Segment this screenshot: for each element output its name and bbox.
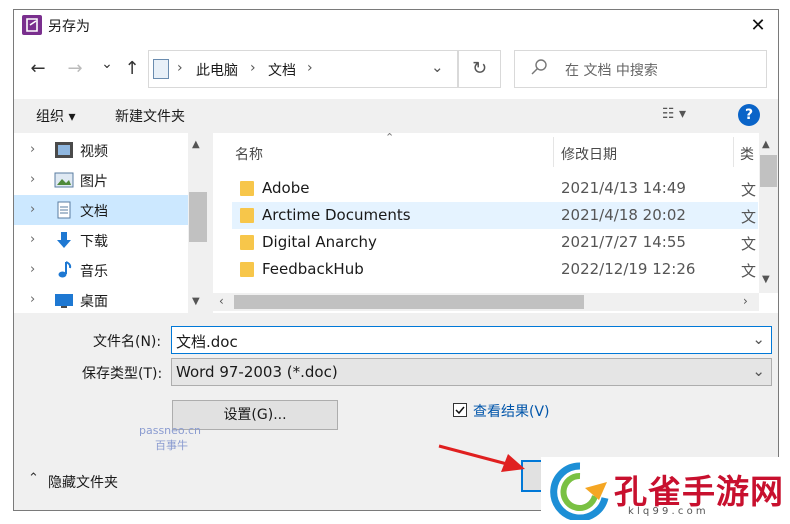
forward-button[interactable]: → bbox=[64, 58, 86, 79]
file-row[interactable]: Adobe 2021/4/13 14:49 文 bbox=[232, 175, 758, 202]
chevron-right-icon[interactable]: › bbox=[30, 142, 35, 157]
chevron-right-icon[interactable]: › bbox=[30, 262, 35, 277]
sidebar-item-videos[interactable]: › 视频 bbox=[14, 135, 188, 165]
file-type: 文 bbox=[741, 208, 757, 226]
file-type: 文 bbox=[741, 181, 757, 199]
folder-icon bbox=[240, 208, 254, 223]
file-row[interactable]: FeedbackHub 2022/12/19 12:26 文 bbox=[232, 256, 758, 283]
breadcrumb-separator: › bbox=[250, 60, 256, 76]
scroll-up-icon[interactable]: ▲ bbox=[762, 139, 770, 150]
sidebar-item-label: 下载 bbox=[80, 234, 108, 250]
sidebar-item-label: 桌面 bbox=[80, 294, 108, 310]
chevron-right-icon[interactable]: › bbox=[30, 232, 35, 247]
chevron-right-icon[interactable]: › bbox=[30, 172, 35, 187]
breadcrumb-this-pc[interactable]: 此电脑 bbox=[196, 60, 238, 80]
back-button[interactable]: ← bbox=[27, 58, 49, 79]
desktop-icon bbox=[54, 291, 74, 309]
refresh-button[interactable]: ↻ bbox=[459, 50, 501, 88]
chevron-right-icon[interactable]: › bbox=[30, 202, 35, 217]
breadcrumb-separator: › bbox=[177, 60, 183, 76]
title-bar bbox=[14, 10, 778, 43]
scroll-up-icon[interactable]: ▲ bbox=[192, 139, 200, 150]
sidebar-item-label: 图片 bbox=[80, 174, 108, 190]
brand-logo bbox=[549, 462, 611, 524]
column-header-name[interactable]: 名称 bbox=[235, 144, 263, 164]
address-dropdown-icon[interactable]: ⌄ bbox=[431, 58, 444, 76]
help-button[interactable]: ? bbox=[738, 104, 760, 126]
watermark-text: 百事牛 bbox=[155, 439, 188, 452]
download-icon bbox=[54, 231, 74, 249]
music-icon bbox=[54, 261, 74, 279]
folder-icon bbox=[240, 181, 254, 196]
breadcrumb-separator: › bbox=[307, 60, 313, 76]
file-row[interactable]: Arctime Documents 2021/4/18 20:02 文 bbox=[232, 202, 758, 229]
filetype-select[interactable]: Word 97-2003 (*.doc) ⌄ bbox=[171, 358, 772, 386]
address-bar[interactable] bbox=[148, 50, 458, 88]
sidebar-item-music[interactable]: › 音乐 bbox=[14, 255, 188, 285]
window-title: 另存为 bbox=[48, 19, 90, 35]
column-header-date[interactable]: 修改日期 bbox=[561, 144, 617, 164]
file-name: Arctime Documents bbox=[262, 206, 411, 224]
file-date: 2021/4/13 14:49 bbox=[561, 179, 686, 197]
sidebar-item-pictures[interactable]: › 图片 bbox=[14, 165, 188, 195]
sidebar-item-desktop[interactable]: › 桌面 bbox=[14, 285, 188, 313]
close-button[interactable]: ✕ bbox=[744, 13, 772, 39]
app-icon bbox=[22, 15, 42, 35]
file-name: Adobe bbox=[262, 179, 310, 197]
file-date: 2021/4/18 20:02 bbox=[561, 206, 686, 224]
file-list-scroll-thumb[interactable] bbox=[760, 155, 777, 187]
watermark-text: passneo.cn bbox=[139, 424, 201, 437]
document-icon bbox=[54, 201, 74, 219]
folder-icon bbox=[240, 235, 254, 250]
column-divider[interactable] bbox=[733, 137, 734, 167]
filename-value: 文档.doc bbox=[176, 333, 238, 351]
column-divider[interactable] bbox=[553, 137, 554, 167]
hide-folders-button[interactable]: 隐藏文件夹 bbox=[48, 472, 118, 492]
sidebar-item-downloads[interactable]: › 下载 bbox=[14, 225, 188, 255]
scroll-right-icon[interactable]: › bbox=[743, 294, 748, 308]
filename-label: 文件名(N): bbox=[93, 334, 162, 350]
sidebar-item-label: 文档 bbox=[80, 204, 108, 220]
file-name: Digital Anarchy bbox=[262, 233, 377, 251]
picture-icon bbox=[54, 171, 74, 189]
filetype-value: Word 97-2003 (*.doc) bbox=[176, 363, 338, 381]
view-results-label[interactable]: 查看结果(V) bbox=[473, 401, 550, 421]
file-date: 2022/12/19 12:26 bbox=[561, 260, 696, 278]
file-date: 2021/7/27 14:55 bbox=[561, 233, 686, 251]
red-arrow-icon bbox=[437, 442, 527, 478]
new-folder-button[interactable]: 新建文件夹 bbox=[115, 106, 185, 126]
scroll-down-icon[interactable]: ▼ bbox=[192, 296, 200, 307]
chevron-right-icon[interactable]: › bbox=[30, 292, 35, 307]
breadcrumb-documents[interactable]: 文档 bbox=[268, 60, 296, 80]
navigation-pane-scroll-thumb[interactable] bbox=[189, 192, 207, 242]
view-options-button[interactable]: ☷ ▾ bbox=[662, 106, 686, 122]
search-placeholder: 在 文档 中搜索 bbox=[565, 63, 658, 79]
video-icon bbox=[54, 141, 74, 159]
scroll-left-icon[interactable]: ‹ bbox=[219, 294, 224, 308]
file-type: 文 bbox=[741, 235, 757, 253]
sidebar-item-documents[interactable]: › 文档 bbox=[14, 195, 188, 225]
file-row[interactable]: Digital Anarchy 2021/7/27 14:55 文 bbox=[232, 229, 758, 256]
pc-location-icon bbox=[153, 59, 169, 79]
filename-input[interactable]: 文档.doc ⌄ bbox=[171, 326, 772, 354]
file-list-hscroll-thumb[interactable] bbox=[234, 295, 584, 309]
search-icon bbox=[530, 58, 548, 80]
sort-ascending-icon: ⌃ bbox=[385, 131, 395, 144]
chevron-down-icon[interactable]: ⌄ bbox=[752, 330, 765, 348]
file-type: 文 bbox=[741, 262, 757, 280]
chevron-down-icon[interactable]: ⌄ bbox=[752, 362, 765, 380]
filetype-label: 保存类型(T): bbox=[82, 366, 163, 382]
recent-locations-button[interactable]: ⌄ bbox=[96, 56, 118, 72]
file-name: FeedbackHub bbox=[262, 260, 364, 278]
organize-button[interactable]: 组织 ▾ bbox=[36, 106, 75, 126]
sidebar-item-label: 视频 bbox=[80, 144, 108, 160]
folder-icon bbox=[240, 262, 254, 277]
brand-url: k l q 9 9 . c o m bbox=[628, 506, 706, 517]
up-button[interactable]: ↑ bbox=[121, 58, 143, 79]
scroll-down-icon[interactable]: ▼ bbox=[762, 274, 770, 285]
sidebar-item-label: 音乐 bbox=[80, 264, 108, 280]
chevron-up-icon[interactable]: ⌃ bbox=[28, 471, 39, 486]
column-header-type[interactable]: 类 bbox=[740, 144, 754, 164]
view-results-checkbox[interactable] bbox=[453, 403, 467, 417]
